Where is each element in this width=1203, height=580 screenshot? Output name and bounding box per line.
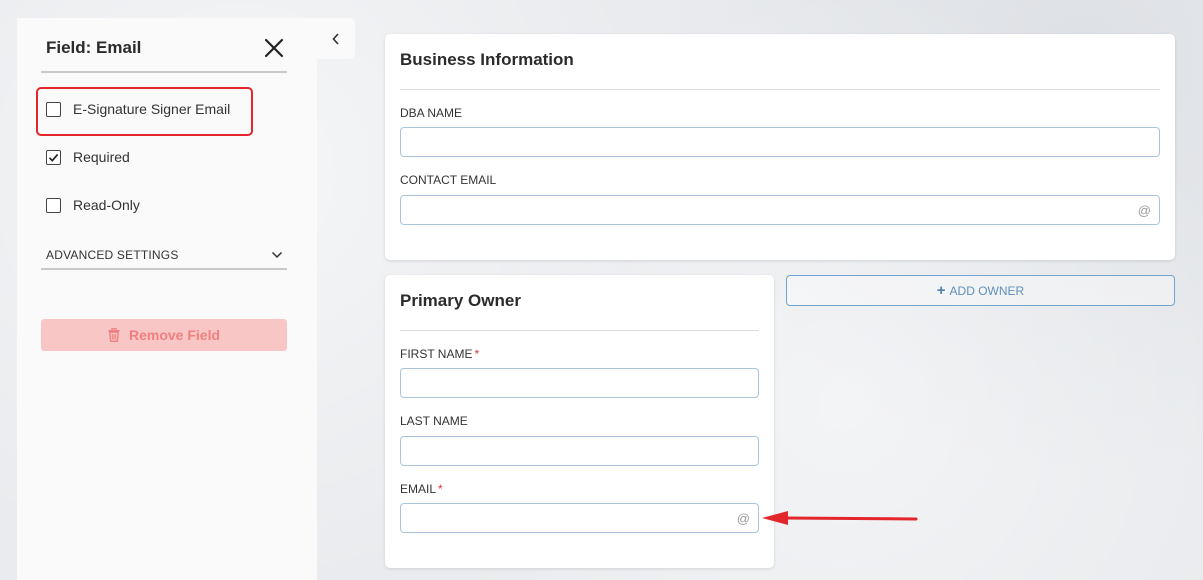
required-option[interactable]: Required — [46, 147, 130, 167]
read-only-checkbox[interactable] — [46, 197, 61, 213]
last-name-input[interactable] — [400, 436, 759, 466]
dba-name-label: DBA NAME — [400, 106, 463, 120]
field-settings-panel: Field: Email E-Signature Signer Email Re… — [17, 18, 317, 580]
add-owner-button[interactable]: + ADD OWNER — [786, 275, 1175, 306]
close-icon[interactable] — [263, 37, 285, 59]
last-name-label: LAST NAME — [400, 414, 468, 428]
esignature-checkbox[interactable] — [46, 101, 61, 117]
esignature-label: E-Signature Signer Email — [73, 101, 231, 117]
contact-email-label: CONTACT EMAIL — [400, 173, 497, 187]
required-checkbox[interactable] — [46, 149, 61, 165]
email-label-text: EMAIL — [400, 482, 437, 496]
chevron-down-icon — [271, 251, 283, 259]
dba-name-input[interactable] — [400, 127, 1160, 157]
annotation-arrow-icon — [762, 511, 918, 525]
read-only-option[interactable]: Read-Only — [46, 195, 140, 215]
required-asterisk: * — [474, 347, 480, 361]
email-label: EMAIL * — [400, 482, 443, 496]
chevron-left-icon — [332, 32, 339, 45]
remove-field-button[interactable]: Remove Field — [41, 319, 287, 351]
advanced-settings-label: ADVANCED SETTINGS — [46, 248, 179, 262]
primary-owner-card: Primary Owner FIRST NAME * LAST NAME EMAI… — [385, 275, 774, 568]
card-divider — [400, 89, 1160, 90]
checkmark-icon — [48, 153, 59, 162]
collapse-panel-button[interactable] — [317, 18, 355, 59]
add-owner-label: ADD OWNER — [949, 283, 1025, 298]
first-name-label: FIRST NAME * — [400, 347, 479, 361]
contact-email-input[interactable]: @ — [400, 195, 1160, 225]
read-only-label: Read-Only — [73, 197, 140, 213]
first-name-input[interactable] — [400, 368, 759, 398]
required-label: Required — [73, 149, 130, 165]
remove-field-label: Remove Field — [128, 327, 221, 343]
esignature-signer-email-option[interactable]: E-Signature Signer Email — [46, 99, 230, 119]
first-name-label-text: FIRST NAME — [400, 347, 473, 361]
trash-icon — [108, 328, 120, 342]
required-asterisk: * — [438, 482, 443, 496]
plus-icon: + — [936, 282, 946, 299]
business-information-title: Business Information — [400, 50, 574, 69]
email-input[interactable]: @ — [400, 503, 759, 533]
panel-header: Field: Email — [41, 18, 287, 73]
at-icon: @ — [736, 511, 750, 526]
advanced-settings-toggle[interactable]: ADVANCED SETTINGS — [41, 245, 287, 270]
primary-owner-title: Primary Owner — [400, 291, 521, 310]
panel-title: Field: Email — [46, 38, 142, 57]
business-information-card: Business Information DBA NAME CONTACT EM… — [385, 34, 1175, 260]
card-divider — [400, 330, 759, 331]
at-icon: @ — [1137, 203, 1151, 218]
